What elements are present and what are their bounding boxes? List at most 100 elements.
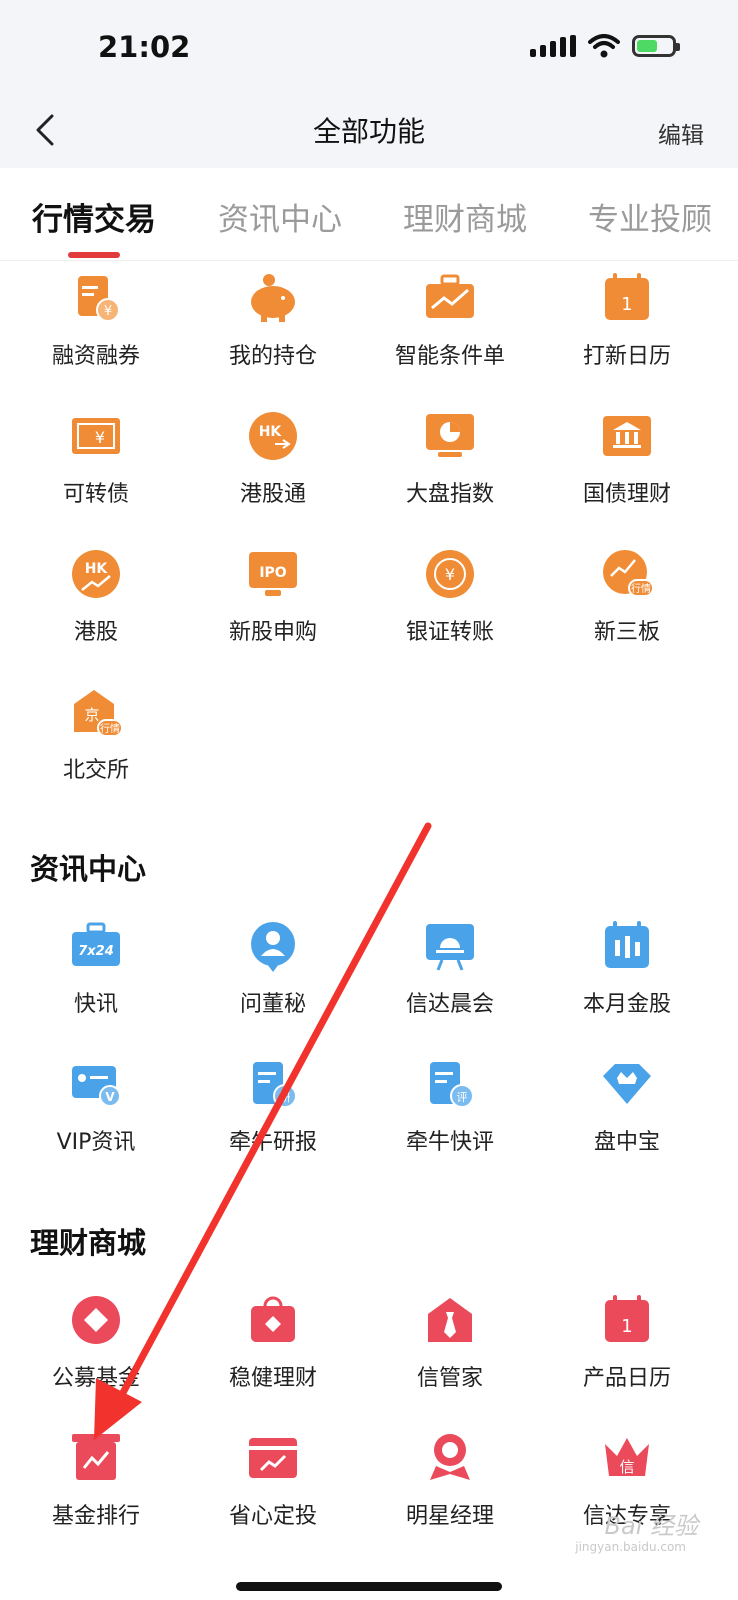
grid-item-research-report[interactable]: 研 牵牛研报 bbox=[183, 1056, 363, 1176]
signal-icon bbox=[530, 35, 576, 57]
grid-item-hk-stocks[interactable]: HK 港股 bbox=[6, 546, 186, 666]
document-yen-icon: ¥ bbox=[68, 270, 124, 326]
grid-item-ipo-subscription[interactable]: IPO 新股申购 bbox=[183, 546, 363, 666]
watermark-url: jingyan.baidu.com bbox=[575, 1540, 686, 1554]
svg-text:¥: ¥ bbox=[95, 428, 105, 447]
svg-text:信: 信 bbox=[619, 1458, 634, 1476]
tab-mall[interactable]: 理财商城 bbox=[403, 194, 527, 239]
svg-text:1: 1 bbox=[621, 294, 632, 315]
calendar-icon: 1 bbox=[599, 270, 655, 326]
star-manager-icon bbox=[422, 1430, 478, 1486]
ipo-icon: IPO bbox=[245, 546, 301, 602]
grid-item-flash-news[interactable]: 7x24 快讯 bbox=[6, 918, 186, 1038]
grid-item-label: 新三板 bbox=[593, 620, 660, 645]
grid-item-label: VIP资讯 bbox=[56, 1130, 136, 1155]
grid-item-label: 省心定投 bbox=[228, 1504, 317, 1529]
grid-item-label: 智能条件单 bbox=[394, 344, 505, 369]
grid-item-bank-transfer[interactable]: ¥ 银证转账 bbox=[360, 546, 540, 666]
grid-item-quick-review[interactable]: 评 牵牛快评 bbox=[360, 1056, 540, 1176]
grid-item-convertible-bond[interactable]: ¥ 可转债 bbox=[6, 408, 186, 528]
grid-item-intraday-treasure[interactable]: 盘中宝 bbox=[537, 1056, 717, 1176]
hk-trend-icon: HK bbox=[68, 546, 124, 602]
card-trend-icon bbox=[245, 1430, 301, 1486]
grid-item-label: 问董秘 bbox=[239, 992, 306, 1017]
grid-item-label: 银证转账 bbox=[405, 620, 494, 645]
svg-text:京: 京 bbox=[84, 706, 99, 724]
grid-item-new-third-board[interactable]: 行情 新三板 bbox=[537, 546, 717, 666]
yen-transfer-icon: ¥ bbox=[422, 546, 478, 602]
box-trend-icon bbox=[68, 1430, 124, 1486]
section-title-mall: 理财商城 bbox=[30, 1226, 147, 1260]
status-icons bbox=[530, 34, 680, 58]
grid-item-label: 信管家 bbox=[416, 1366, 483, 1391]
tab-advisory[interactable]: 专业投顾 bbox=[588, 194, 712, 239]
monitor-pie-icon bbox=[422, 408, 478, 464]
wifi-icon bbox=[588, 34, 620, 58]
doc-review-icon: 评 bbox=[422, 1056, 478, 1112]
page-title: 全部功能 bbox=[312, 115, 425, 148]
grid-item-easy-investment[interactable]: 省心定投 bbox=[183, 1430, 363, 1550]
svg-text:V: V bbox=[105, 1090, 115, 1104]
person-bubble-icon bbox=[245, 918, 301, 974]
grid-item-margin-trading[interactable]: ¥ 融资融券 bbox=[6, 270, 186, 390]
tab-trading[interactable]: 行情交易 bbox=[32, 194, 156, 239]
grid-item-label: 明星经理 bbox=[405, 1504, 494, 1529]
nav-bar: 全部功能 编辑 bbox=[0, 96, 738, 168]
diamond-circle-icon bbox=[68, 1292, 124, 1348]
grid-item-label: 基金排行 bbox=[51, 1504, 140, 1529]
vip-card-icon: V bbox=[68, 1056, 124, 1112]
grid-item-smart-order[interactable]: 智能条件单 bbox=[360, 270, 540, 390]
grid-item-stable-finance[interactable]: 稳健理财 bbox=[183, 1292, 363, 1412]
grid-item-label: 本月金股 bbox=[582, 992, 671, 1017]
bag-7x24-icon: 7x24 bbox=[68, 918, 124, 974]
grid-item-label: 产品日历 bbox=[582, 1366, 671, 1391]
edit-button[interactable]: 编辑 bbox=[658, 116, 704, 150]
svg-text:HK: HK bbox=[85, 561, 109, 577]
grid-item-ask-secretary[interactable]: 问董秘 bbox=[183, 918, 363, 1038]
grid-item-label: 北交所 bbox=[62, 758, 129, 783]
grid-item-fund-ranking[interactable]: 基金排行 bbox=[6, 1430, 186, 1550]
grid-item-label: 快讯 bbox=[73, 992, 118, 1017]
diamond-crown-icon bbox=[599, 1056, 655, 1112]
grid-item-label: 国债理财 bbox=[582, 482, 671, 507]
grid-item-xin-steward[interactable]: 信管家 bbox=[360, 1292, 540, 1412]
grid-item-ipo-calendar[interactable]: 1 打新日历 bbox=[537, 270, 717, 390]
grid-item-product-calendar[interactable]: 1 产品日历 bbox=[537, 1292, 717, 1412]
ticket-yen-icon: ¥ bbox=[68, 408, 124, 464]
grid-item-label: 牵牛快评 bbox=[405, 1130, 494, 1155]
piggy-bank-icon bbox=[245, 270, 301, 326]
svg-text:研: 研 bbox=[280, 1091, 291, 1104]
grid-item-label: 公募基金 bbox=[51, 1366, 140, 1391]
bag-diamond-icon bbox=[245, 1292, 301, 1348]
new-board-icon: 行情 bbox=[599, 546, 655, 602]
grid-item-label: 可转债 bbox=[62, 482, 129, 507]
grid-item-label: 我的持仓 bbox=[228, 344, 317, 369]
grid-item-market-index[interactable]: 大盘指数 bbox=[360, 408, 540, 528]
grid-item-treasury-bond[interactable]: 国债理财 bbox=[537, 408, 717, 528]
grid-item-hk-connect[interactable]: HK 港股通 bbox=[183, 408, 363, 528]
grid-item-monthly-gold-stocks[interactable]: 本月金股 bbox=[537, 918, 717, 1038]
briefcase-chart-icon bbox=[422, 270, 478, 326]
home-indicator[interactable] bbox=[236, 1582, 502, 1591]
grid-item-star-manager[interactable]: 明星经理 bbox=[360, 1430, 540, 1550]
grid-item-beijing-exchange[interactable]: 京 行情 北交所 bbox=[6, 684, 186, 804]
grid-item-label: 新股申购 bbox=[228, 620, 317, 645]
bank-icon bbox=[599, 408, 655, 464]
grid-item-public-fund[interactable]: 公募基金 bbox=[6, 1292, 186, 1412]
grid-item-label: 港股通 bbox=[239, 482, 306, 507]
tab-news[interactable]: 资讯中心 bbox=[218, 194, 342, 239]
grid-item-my-holdings[interactable]: 我的持仓 bbox=[183, 270, 363, 390]
grid-item-label: 融资融券 bbox=[51, 344, 140, 369]
grid-item-vip-news[interactable]: V VIP资讯 bbox=[6, 1056, 186, 1176]
status-bar: 21:02 bbox=[0, 0, 738, 96]
status-time: 21:02 bbox=[98, 30, 191, 64]
doc-research-icon: 研 bbox=[245, 1056, 301, 1112]
beijing-exchange-icon: 京 行情 bbox=[68, 684, 124, 740]
hk-connect-icon: HK bbox=[245, 408, 301, 464]
svg-text:行情: 行情 bbox=[100, 722, 120, 735]
grid-item-label: 盘中宝 bbox=[593, 1130, 660, 1155]
svg-text:7x24: 7x24 bbox=[78, 944, 114, 959]
grid-item-label: 大盘指数 bbox=[405, 482, 494, 507]
grid-item-label: 信达晨会 bbox=[405, 992, 494, 1017]
grid-item-morning-meeting[interactable]: 信达晨会 bbox=[360, 918, 540, 1038]
